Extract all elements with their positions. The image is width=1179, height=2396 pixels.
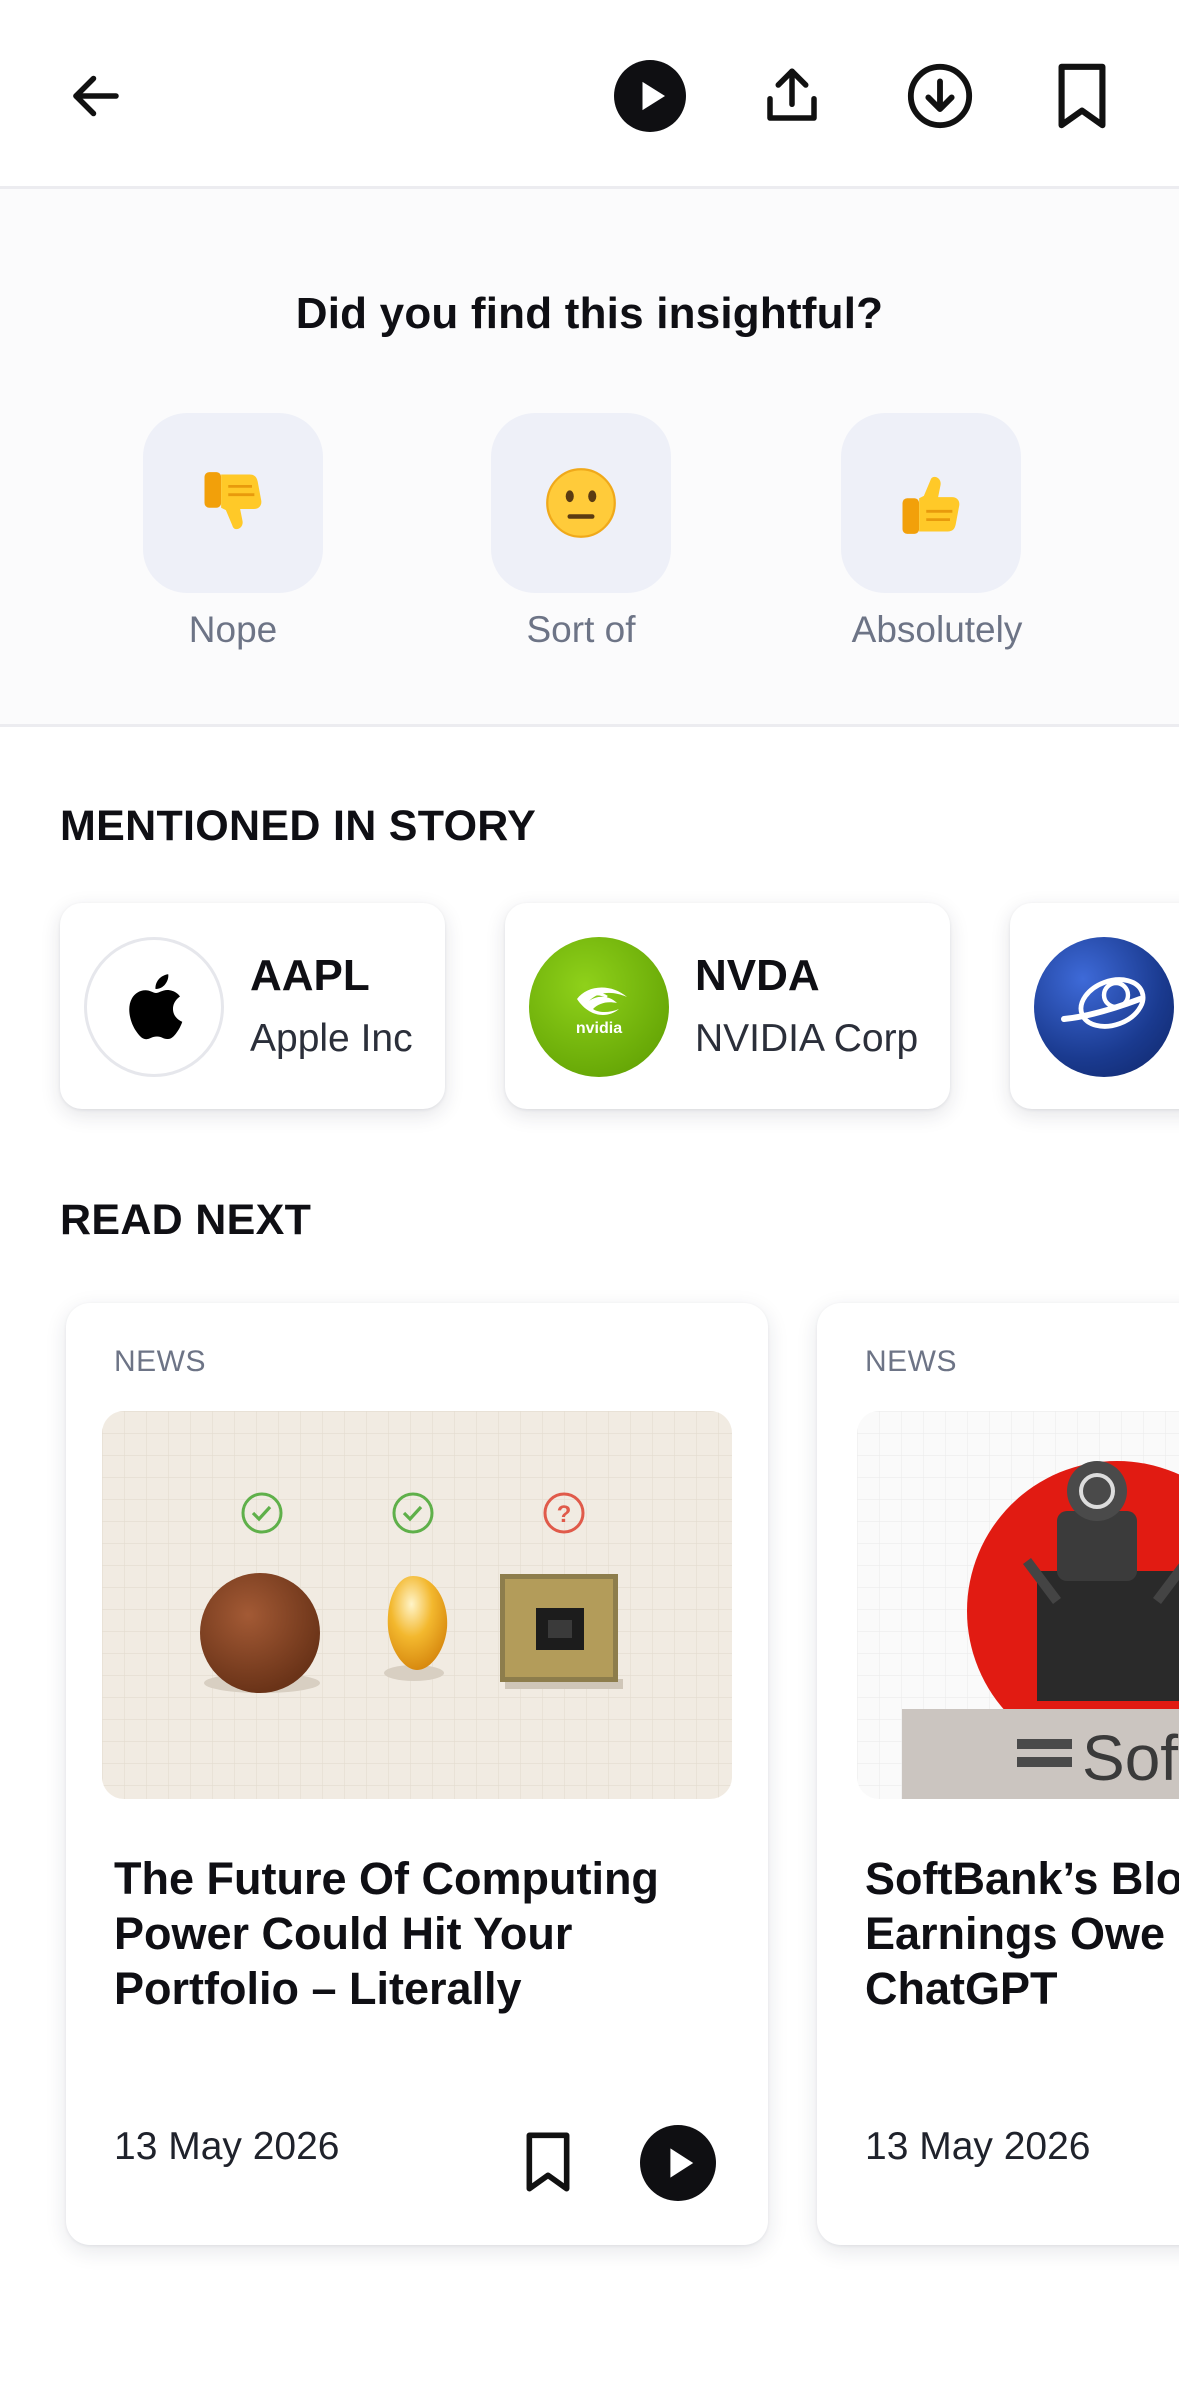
svg-text:nvidia: nvidia	[576, 1020, 622, 1037]
neutral-face-icon	[546, 468, 616, 538]
play-circle-icon	[640, 2125, 716, 2201]
share-button[interactable]	[746, 50, 838, 142]
share-icon	[767, 68, 817, 121]
feedback-label: Nope	[188, 609, 278, 650]
feedback-tile[interactable]	[143, 413, 323, 593]
story-bookmark-button[interactable]	[518, 2127, 578, 2197]
play-circle-icon	[614, 60, 686, 132]
story-card[interactable]: NEWS Sof SoftBank’s Blo Earnings Owe Cha…	[817, 1303, 1179, 2245]
feedback-label: Absolutely	[851, 609, 1023, 650]
top-toolbar	[0, 0, 1179, 189]
thumbs-down-icon	[204, 472, 262, 530]
feedback-option-sort-of[interactable]: Sort of	[461, 413, 701, 651]
feedback-option-nope[interactable]: Nope	[113, 413, 353, 651]
apple-logo	[84, 937, 224, 1077]
thumbs-up-icon	[902, 476, 960, 534]
story-title[interactable]: SoftBank’s Blo Earnings Owe ChatGPT	[865, 1851, 1179, 2016]
story-category: NEWS	[865, 1345, 957, 1378]
ticker-symbol: NVDA	[695, 951, 820, 1000]
play-audio-button[interactable]	[604, 50, 696, 142]
mentioned-section-title: MENTIONED IN STORY	[60, 802, 537, 850]
ticker-card-ba[interactable]	[1010, 903, 1179, 1109]
bookmark-icon	[526, 2132, 570, 2192]
story-image-text: Sof	[1082, 1722, 1179, 1794]
ticker-card-nvda[interactable]: nvidia NVDA NVIDIA Corp	[505, 903, 950, 1109]
ticker-symbol: AAPL	[250, 951, 370, 1000]
story-play-button[interactable]	[640, 2125, 716, 2201]
story-date: 13 May 2026	[114, 2125, 340, 2168]
bookmark-icon	[1058, 63, 1106, 129]
story-title[interactable]: The Future Of Computing Power Could Hit …	[114, 1851, 714, 2016]
nvidia-logo: nvidia	[529, 937, 669, 1077]
download-button[interactable]	[894, 50, 986, 142]
feedback-label: Sort of	[526, 609, 636, 650]
bookmark-button[interactable]	[1036, 50, 1128, 142]
feedback-option-absolutely[interactable]: Absolutely	[817, 413, 1057, 651]
story-thumbnail: ?	[102, 1411, 732, 1799]
download-icon	[907, 63, 973, 129]
story-date: 13 May 2026	[865, 2125, 1091, 2168]
story-category: NEWS	[114, 1345, 206, 1378]
back-button[interactable]	[50, 50, 142, 142]
ticker-card-aapl[interactable]: AAPL Apple Inc	[60, 903, 445, 1109]
ticker-company-name: NVIDIA Corp	[695, 1017, 919, 1060]
svg-text:?: ?	[557, 1501, 572, 1528]
ticker-company-name: Apple Inc	[250, 1017, 413, 1060]
feedback-question: Did you find this insightful?	[295, 289, 884, 338]
read-next-section-title: READ NEXT	[60, 1196, 312, 1244]
feedback-section: Did you find this insightful? Nope Sort …	[0, 189, 1179, 727]
feedback-tile[interactable]	[491, 413, 671, 593]
story-thumbnail: Sof	[857, 1411, 1179, 1799]
boeing-logo	[1034, 937, 1174, 1077]
arrow-left-icon	[73, 75, 119, 117]
screen: Did you find this insightful? Nope Sort …	[0, 0, 1179, 2396]
story-card[interactable]: NEWS ? The Future Of Computing Power Cou…	[66, 1303, 768, 2245]
feedback-tile[interactable]	[841, 413, 1021, 593]
